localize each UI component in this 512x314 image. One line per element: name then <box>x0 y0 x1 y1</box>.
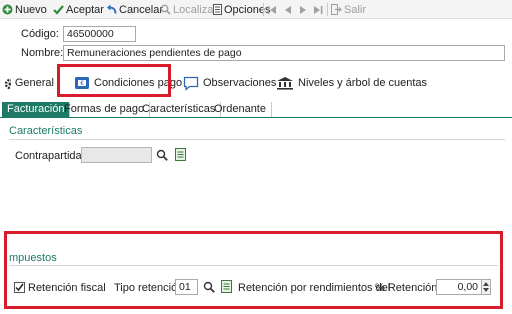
cancelar-label: Cancelar <box>119 3 164 16</box>
impuestos-section-title: mpuestos <box>9 252 57 264</box>
document-icon <box>220 279 232 293</box>
search-icon <box>203 281 215 293</box>
last-icon <box>314 5 323 14</box>
tab-observaciones-label: Observaciones <box>203 77 277 89</box>
salir-button[interactable]: Salir <box>331 2 366 17</box>
pct-retencion-label: % Retención: <box>375 282 441 294</box>
retencion-fiscal-label: Retención fiscal <box>28 282 106 294</box>
next-record-button[interactable] <box>299 2 308 17</box>
nuevo-button[interactable]: Nuevo <box>2 2 47 17</box>
previous-icon <box>285 5 291 14</box>
localizar-label: Localizar <box>173 3 218 16</box>
localizar-button[interactable]: Localizar <box>160 2 217 17</box>
cancelar-button[interactable]: Cancelar <box>106 2 163 17</box>
toolbar-separator <box>327 3 328 16</box>
gears-icon <box>4 78 11 90</box>
last-record-button[interactable] <box>313 2 323 17</box>
speech-bubble-icon <box>183 76 199 91</box>
aceptar-button[interactable]: Aceptar <box>53 2 104 17</box>
search-icon <box>160 4 171 15</box>
retencion-fiscal-checkbox[interactable] <box>14 282 25 293</box>
tab-niveles-label: Niveles y árbol de cuentas <box>298 77 428 89</box>
tab-niveles[interactable]: Niveles y árbol de cuentas <box>276 71 427 95</box>
exit-icon <box>331 4 342 15</box>
section-divider <box>9 139 505 140</box>
check-icon <box>53 5 64 15</box>
checkmark-icon <box>15 283 24 292</box>
plus-icon <box>2 4 13 15</box>
contrapartida-field[interactable] <box>81 147 152 163</box>
document-icon <box>174 147 186 161</box>
codigo-label: Código: <box>21 28 59 40</box>
codigo-field[interactable]: 46500000 <box>63 26 136 42</box>
toolbar: Nuevo Aceptar Cancelar Localizar Opcione… <box>0 0 512 19</box>
contrapartida-label: Contrapartida: <box>15 150 85 162</box>
tab-general-label: General <box>14 77 54 89</box>
pct-retencion-field[interactable]: 0,00 <box>436 279 482 295</box>
pct-retencion-spinner[interactable] <box>481 279 491 295</box>
nombre-label: Nombre: <box>21 47 64 59</box>
contrapartida-search-button[interactable] <box>155 148 168 161</box>
bank-icon <box>277 77 293 90</box>
undo-icon <box>107 4 117 14</box>
tipo-retencion-field[interactable]: 01 <box>175 279 198 295</box>
first-icon <box>267 5 276 14</box>
tipo-retencion-search-button[interactable] <box>202 280 215 293</box>
first-record-button[interactable] <box>267 2 277 17</box>
previous-record-button[interactable] <box>283 2 292 17</box>
aceptar-label: Aceptar <box>66 3 104 16</box>
spinner-arrows-icon <box>483 282 489 292</box>
tipo-retencion-detail-button[interactable] <box>220 279 232 293</box>
opciones-button[interactable]: Opciones <box>213 2 270 17</box>
contrapartida-detail-button[interactable] <box>174 147 186 161</box>
tab-general[interactable]: General <box>4 71 54 95</box>
caracteristicas-section-title: Características <box>9 125 83 137</box>
search-icon <box>156 149 168 161</box>
subtab-ordenante[interactable]: Ordenante <box>209 102 272 117</box>
tab-observaciones[interactable]: Observaciones <box>183 71 276 95</box>
toolbar-separator <box>263 3 264 16</box>
nuevo-label: Nuevo <box>15 3 47 16</box>
list-icon <box>213 4 222 15</box>
highlight-condiciones-pago <box>57 64 171 97</box>
subtab-underline <box>0 117 512 118</box>
retencion-rendimientos-label: Retención por rendimientos del <box>238 282 391 294</box>
next-icon <box>300 5 306 14</box>
highlight-impuestos <box>4 231 503 309</box>
nombre-field[interactable]: Remuneraciones pendientes de pago <box>63 45 505 61</box>
section-divider <box>9 265 498 266</box>
salir-label: Salir <box>344 3 367 16</box>
